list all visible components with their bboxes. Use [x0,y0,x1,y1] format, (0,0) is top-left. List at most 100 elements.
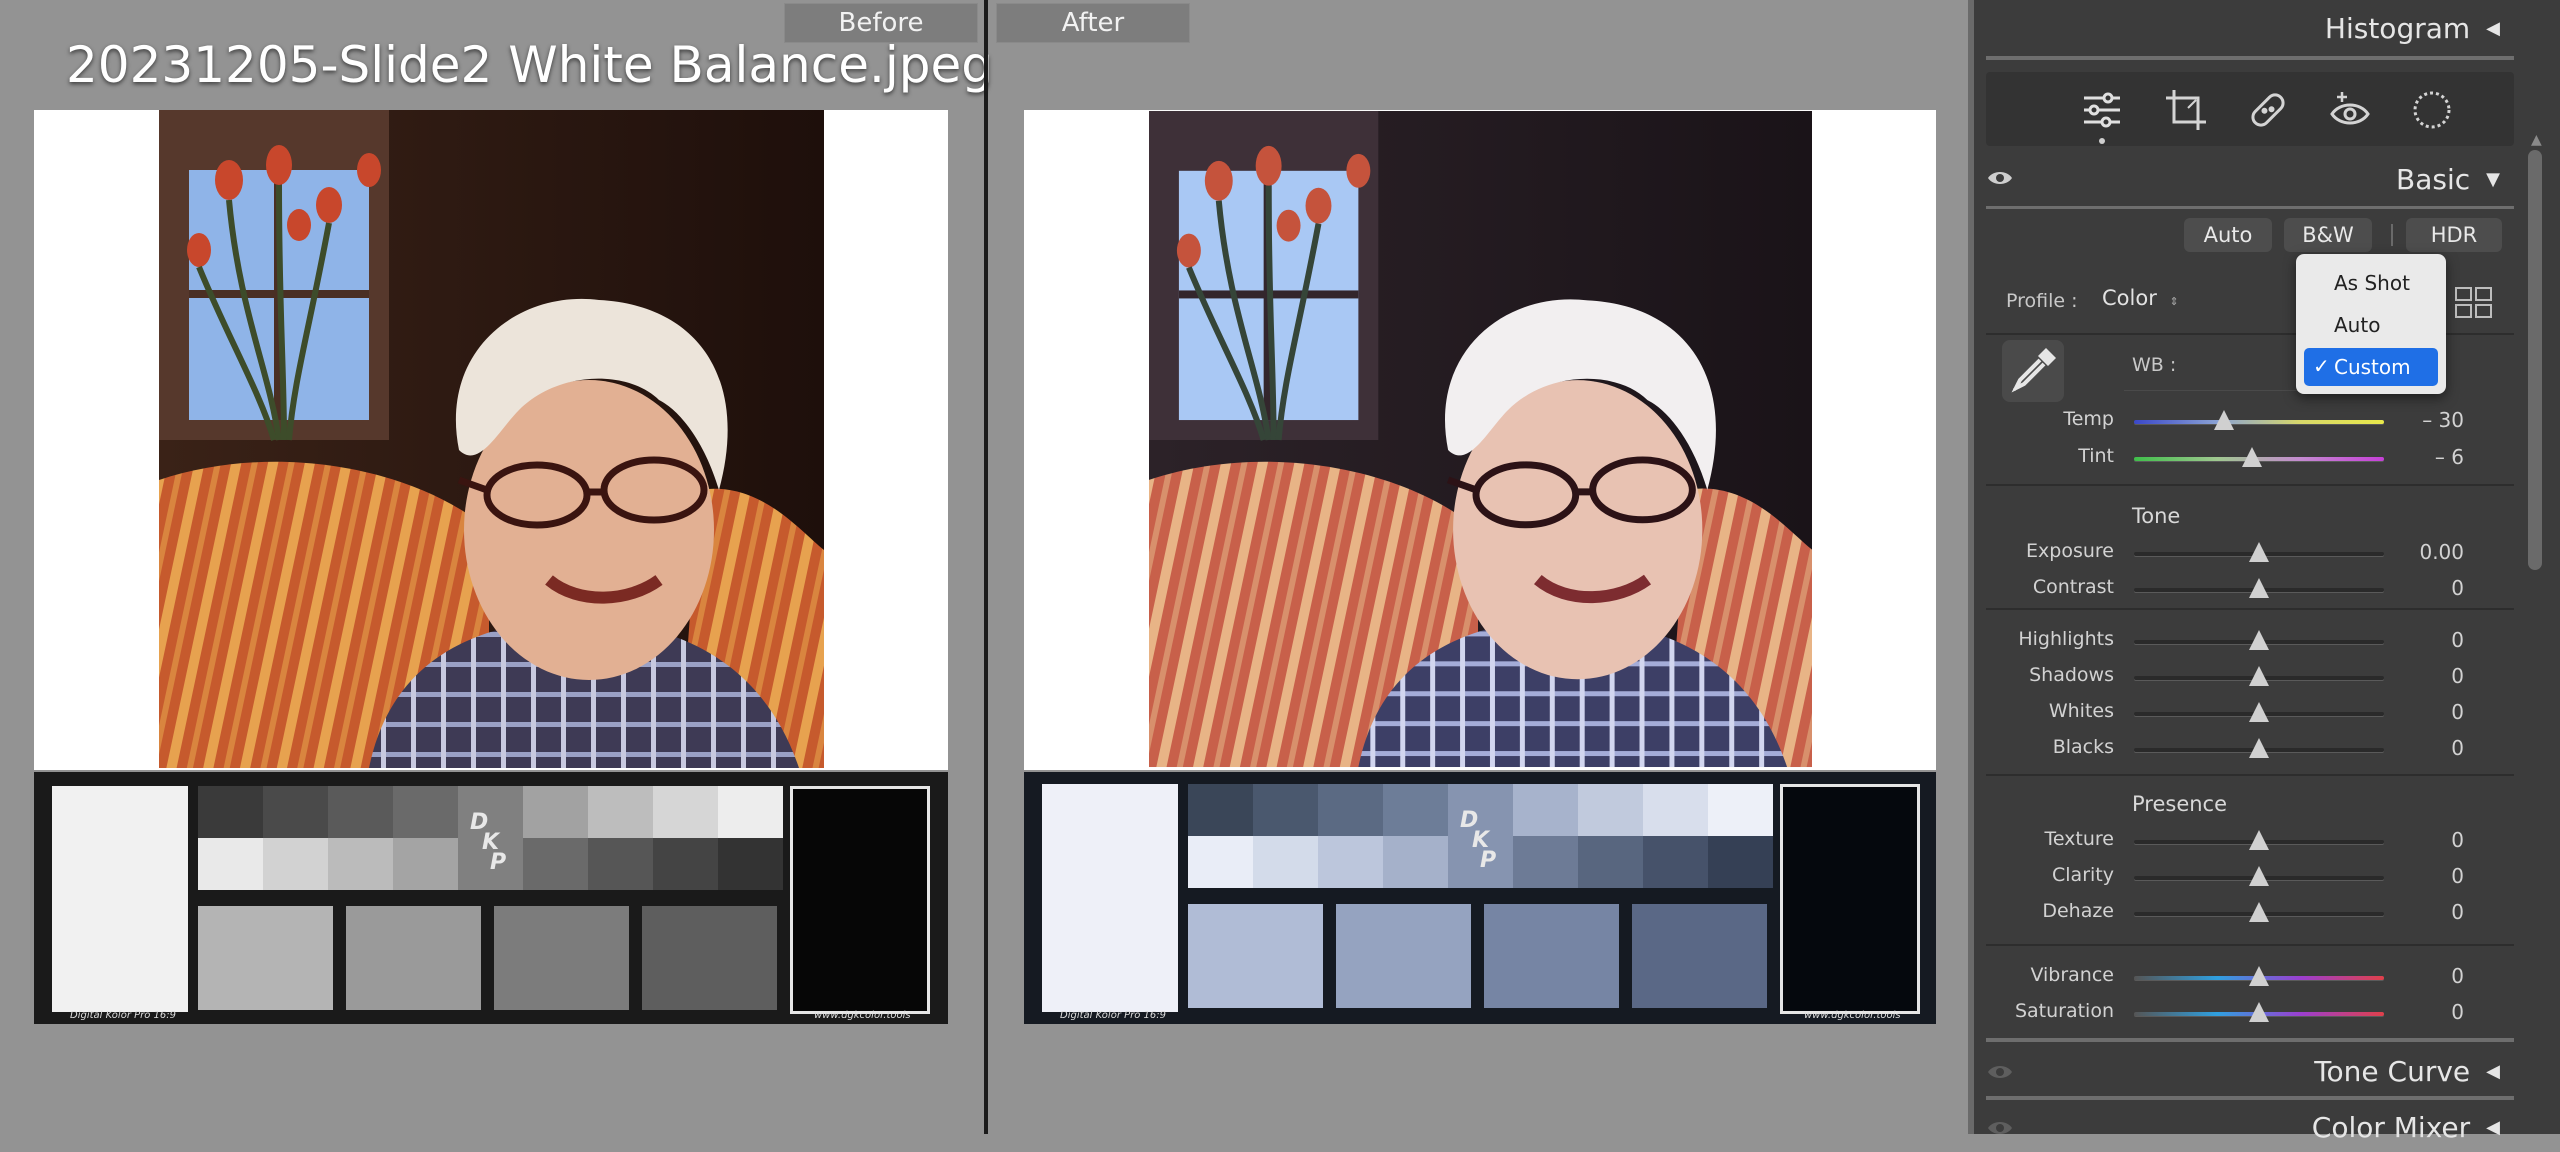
basic-bottom-separator [1986,1038,2514,1042]
highlights-slider-thumb[interactable] [2249,630,2269,650]
tool-strip [1986,72,2514,146]
after-chart-caption-left: Digital Kolor Pro 16:9 [1060,1010,1167,1021]
collapse-left-icon: ◀ [2486,17,2500,39]
vibrance-slider-thumb[interactable] [2249,966,2269,986]
panel-scrollbar-thumb[interactable] [2528,150,2542,570]
tone-curve-title: Tone Curve [2314,1054,2471,1088]
profile-label: Profile : [2006,290,2078,312]
contrast-label: Contrast [2032,576,2114,598]
contrast-separator [1986,608,2514,610]
whites-value[interactable]: 0 [2374,700,2464,724]
exposure-slider-thumb[interactable] [2249,542,2269,562]
tone-curve-header[interactable]: Tone Curve ◀ [1974,1046,2514,1096]
checkmark-icon: ✓ [2313,354,2330,378]
temp-value[interactable]: – 30 [2374,408,2464,432]
profile-value: Color [2102,286,2157,310]
saturation-slider-thumb[interactable] [2249,1002,2269,1022]
dehaze-value[interactable]: 0 [2374,900,2464,924]
before-black-patch [790,786,930,1014]
highlights-label: Highlights [2018,628,2114,650]
contrast-value[interactable]: 0 [2374,576,2464,600]
texture-value[interactable]: 0 [2374,828,2464,852]
profile-browser-grid-icon[interactable] [2454,286,2494,320]
after-photo [1149,110,1812,768]
button-divider [2391,224,2393,246]
presence-group-title: Presence [2132,792,2228,816]
auto-button[interactable]: Auto [2184,218,2272,252]
wb-option-auto[interactable]: Auto [2304,306,2438,344]
before-photo-art [159,110,824,768]
before-color-chart: D K P Digital Kolor Pro 16:9 www.dgkcolo… [34,772,948,1024]
wb-option-custom[interactable]: ✓ Custom [2304,348,2438,386]
texture-label: Texture [2044,828,2114,850]
before-gray-patches [198,786,783,1010]
shadows-value[interactable]: 0 [2374,664,2464,688]
clarity-value[interactable]: 0 [2374,864,2464,888]
basic-separator [1986,206,2514,209]
eyedropper-icon [2011,348,2056,393]
highlights-value[interactable]: 0 [2374,628,2464,652]
after-dkp-p: P [1480,848,1497,873]
contrast-slider-thumb[interactable] [2249,578,2269,598]
temp-slider-thumb[interactable] [2214,410,2234,430]
collapse-down-icon: ▼ [2486,168,2500,190]
bw-button[interactable]: B&W [2284,218,2372,252]
histogram-separator [1986,56,2514,60]
wb-dropdown-menu: As Shot Auto ✓ Custom [2296,254,2446,394]
updown-chevron-icon: ⇕ [2169,295,2179,308]
blacks-value[interactable]: 0 [2374,736,2464,760]
hdr-button[interactable]: HDR [2406,218,2502,252]
after-gray-patches [1188,784,1773,1008]
clarity-label: Clarity [2052,864,2114,886]
healing-bandage-icon[interactable] [2246,88,2290,132]
wb-option-as-shot[interactable]: As Shot [2304,264,2438,302]
after-photo-art [1149,110,1812,768]
active-tool-dot [2099,138,2105,144]
masking-icon[interactable] [2410,88,2454,132]
scroll-up-arrow-icon[interactable]: ▲ [2531,132,2542,148]
blacks-label: Blacks [2052,736,2114,758]
after-label: After [996,3,1190,43]
crop-icon[interactable] [2164,88,2208,132]
after-white-patch [1042,784,1178,1012]
red-eye-icon[interactable] [2328,88,2372,132]
before-photo [159,110,824,768]
texture-slider-thumb[interactable] [2249,830,2269,850]
wb-label: WB : [2132,354,2177,376]
basic-header[interactable]: Basic ▼ [1974,154,2514,204]
whites-slider-thumb[interactable] [2249,702,2269,722]
saturation-value[interactable]: 0 [2374,1000,2464,1024]
tint-label: Tint [2078,445,2114,467]
wb-separator [1986,484,2514,486]
after-black-patch [1780,784,1920,1014]
before-white-patch [52,786,188,1012]
histogram-title: Histogram [2324,11,2471,45]
tone-separator [1986,774,2514,776]
vibrance-value[interactable]: 0 [2374,964,2464,988]
clarity-slider-thumb[interactable] [2249,866,2269,886]
wb-eyedropper-button[interactable] [2002,340,2064,402]
wb-option-custom-label: Custom [2334,355,2411,379]
profile-select[interactable]: Color ⇕ [2102,286,2179,310]
tone-curve-collapse-icon: ◀ [2486,1060,2500,1082]
histogram-header[interactable]: Histogram ◀ [1974,3,2514,53]
edit-sliders-icon[interactable] [2080,88,2124,132]
whites-label: Whites [2048,700,2114,722]
before-dkp-p: P [490,850,507,875]
temp-label: Temp [2063,408,2114,430]
after-color-chart: D K P Digital Kolor Pro 16:9 www.dgkcolo… [1024,772,1936,1024]
develop-panel: Histogram ◀ Basic ▼ Auto B&W HDR Profile… [1974,0,2560,1144]
dehaze-slider-thumb[interactable] [2249,902,2269,922]
exposure-label: Exposure [2026,540,2114,562]
tone-group-title: Tone [2132,504,2181,528]
color-mixer-header[interactable]: Color Mixer ◀ [1974,1102,2514,1152]
exposure-value[interactable]: 0.00 [2374,540,2464,564]
color-mixer-title: Color Mixer [2311,1110,2471,1144]
vibrance-label: Vibrance [2030,964,2114,986]
tint-slider-thumb[interactable] [2241,447,2262,467]
shadows-slider-thumb[interactable] [2249,666,2269,686]
before-after-divider[interactable] [984,0,988,1134]
blacks-slider-thumb[interactable] [2249,738,2269,758]
temp-slider-track[interactable] [2134,420,2384,424]
tint-value[interactable]: – 6 [2374,445,2464,469]
